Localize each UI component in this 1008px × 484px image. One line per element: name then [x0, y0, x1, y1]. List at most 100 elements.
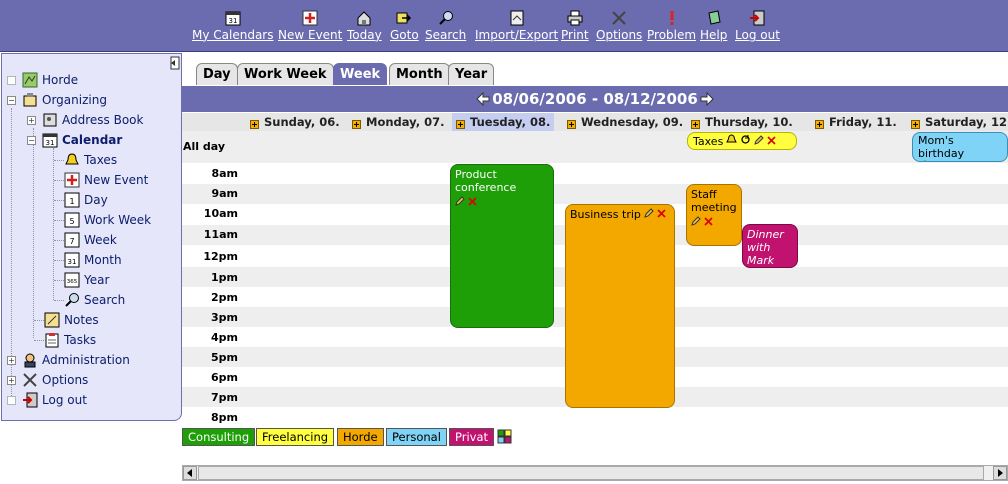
goto-icon — [396, 10, 412, 26]
svg-text:5: 5 — [69, 217, 74, 226]
tab-month[interactable]: Month — [389, 63, 450, 85]
delete-x-icon[interactable] — [767, 135, 776, 148]
legend-privat[interactable]: Privat — [449, 428, 495, 446]
time-label: 3pm — [211, 311, 238, 324]
event-taxes[interactable]: Taxes — [687, 132, 797, 150]
add-event-icon[interactable] — [456, 118, 465, 129]
sidebar-item-new-event[interactable]: New Event — [64, 171, 148, 189]
sidebar-item-taxes[interactable]: Taxes — [64, 151, 117, 169]
options-button[interactable]: Options — [596, 10, 642, 46]
edit-pencil-icon[interactable] — [918, 160, 928, 161]
import-export-button[interactable]: Import/Export — [475, 10, 558, 46]
edit-pencil-icon[interactable] — [754, 134, 765, 148]
horizontal-scrollbar[interactable] — [182, 465, 1008, 481]
next-week-arrow-icon[interactable] — [700, 91, 714, 107]
sidebar-item-address-book[interactable]: + Address Book — [27, 111, 143, 129]
add-event-icon[interactable] — [815, 118, 824, 129]
time-label: 4pm — [211, 331, 238, 344]
day-header-monday[interactable]: Monday, 07. — [352, 113, 445, 131]
time-label: 12pm — [203, 250, 238, 263]
allday-label: All day — [183, 140, 226, 153]
logout-icon — [22, 392, 38, 408]
help-button[interactable]: Help — [700, 10, 727, 46]
allday-row — [182, 131, 1008, 163]
add-event-icon[interactable] — [691, 118, 700, 129]
time-label: 10am — [203, 207, 238, 220]
home-icon — [356, 10, 372, 26]
print-button[interactable]: Print — [561, 10, 589, 46]
today-button[interactable]: Today — [347, 10, 382, 46]
sidebar-item-day[interactable]: 1 Day — [64, 191, 108, 209]
sidebar-item-tasks[interactable]: Tasks — [44, 331, 96, 349]
new-event-button[interactable]: New Event — [278, 10, 342, 46]
date-range-title: 08/06/2006 - 08/12/2006 — [492, 90, 698, 108]
legend-personal[interactable]: Personal — [386, 428, 447, 446]
legend-consulting[interactable]: Consulting — [182, 428, 256, 446]
scrollbar-thumb[interactable] — [198, 466, 984, 480]
day-header-sunday[interactable]: Sunday, 06. — [250, 113, 340, 131]
event-staff-meeting[interactable]: Staff meeting — [686, 184, 742, 246]
options-icon — [611, 10, 627, 26]
calendar-colors-icon[interactable] — [497, 429, 513, 445]
event-product-conference[interactable]: Product conference — [450, 164, 554, 328]
goto-button[interactable]: Goto — [390, 10, 419, 46]
edit-pencil-icon[interactable] — [455, 196, 465, 209]
day-header-thursday[interactable]: Thursday, 10. — [691, 113, 793, 131]
day-header-wednesday[interactable]: Wednesday, 09. — [567, 113, 683, 131]
svg-text:1: 1 — [69, 197, 74, 206]
my-calendars-button[interactable]: 31 My Calendars — [192, 10, 273, 46]
add-event-icon[interactable] — [250, 118, 259, 129]
delete-x-icon[interactable] — [657, 208, 666, 221]
previous-week-arrow-icon[interactable] — [476, 91, 490, 107]
edit-pencil-icon[interactable] — [691, 216, 701, 229]
add-event-icon[interactable] — [911, 118, 920, 129]
sidebar-item-year[interactable]: 365 Year — [64, 271, 109, 289]
sidebar-item-search[interactable]: Search — [64, 291, 125, 309]
time-label: 2pm — [211, 291, 238, 304]
day-icon: 1 — [64, 192, 80, 208]
day-header-saturday[interactable]: Saturday, 12. — [911, 113, 1008, 131]
sidebar-item-work-week[interactable]: 5 Work Week — [64, 211, 151, 229]
sidebar-item-administration[interactable]: + Administration — [7, 351, 130, 369]
delete-x-icon[interactable] — [704, 216, 713, 229]
sidebar-item-horde[interactable]: Horde — [7, 71, 78, 89]
add-event-icon[interactable] — [567, 118, 576, 129]
legend-freelancing[interactable]: Freelancing — [256, 428, 335, 446]
delete-x-icon[interactable] — [760, 267, 769, 268]
problem-button[interactable]: Problem — [647, 10, 696, 46]
sidebar-item-week[interactable]: 7 Week — [64, 231, 117, 249]
sidebar: Horde − Organizing + Address Book − 31 C… — [1, 53, 182, 421]
tab-work-week[interactable]: Work Week — [237, 63, 334, 85]
scroll-left-icon[interactable] — [183, 466, 197, 480]
add-event-icon[interactable] — [352, 118, 361, 129]
day-header-friday[interactable]: Friday, 11. — [815, 113, 897, 131]
event-business-trip[interactable]: Business trip — [565, 204, 675, 408]
logout-button[interactable]: Log out — [735, 10, 780, 46]
delete-x-icon[interactable] — [931, 160, 940, 161]
sidebar-item-calendar[interactable]: − 31 Calendar — [27, 131, 122, 149]
tab-year[interactable]: Year — [448, 63, 495, 85]
month-icon: 31 — [64, 252, 80, 268]
search-button[interactable]: Search — [425, 10, 466, 46]
sidebar-item-options[interactable]: + Options — [7, 371, 88, 389]
day-header-tuesday[interactable]: Tuesday, 08. — [452, 113, 554, 131]
sidebar-item-month[interactable]: 31 Month — [64, 251, 122, 269]
event-dinner-with-mark[interactable]: Dinner with Mark — [742, 224, 798, 268]
collapse-sidebar-icon[interactable] — [166, 56, 180, 70]
calendar-icon: 31 — [225, 10, 241, 26]
delete-x-icon[interactable] — [468, 196, 477, 209]
address-book-icon — [42, 112, 58, 128]
edit-pencil-icon[interactable] — [644, 208, 654, 221]
search-icon — [64, 292, 80, 308]
legend-horde[interactable]: Horde — [337, 428, 384, 446]
sidebar-item-notes[interactable]: Notes — [44, 311, 99, 329]
new-event-icon — [64, 172, 80, 188]
tab-day[interactable]: Day — [196, 63, 238, 85]
sidebar-item-organizing[interactable]: − Organizing — [7, 91, 107, 109]
sidebar-item-logout[interactable]: Log out — [7, 391, 87, 409]
event-moms-birthday[interactable]: Mom's birthday — [912, 132, 1008, 162]
tab-week[interactable]: Week — [333, 63, 388, 85]
scroll-right-icon[interactable] — [993, 466, 1007, 480]
edit-pencil-icon[interactable] — [747, 267, 757, 268]
logout-icon — [749, 10, 765, 26]
